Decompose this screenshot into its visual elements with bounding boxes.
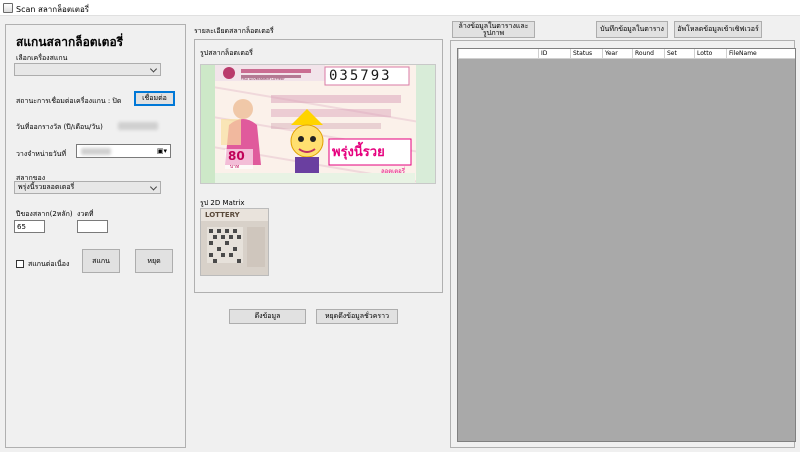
- ticket-price: 80: [228, 149, 245, 163]
- round-input[interactable]: [77, 220, 108, 233]
- fetch-data-button[interactable]: ดึงข้อมูล: [229, 309, 306, 324]
- column-header-lotto[interactable]: Lotto: [694, 49, 726, 59]
- scanner-select[interactable]: [14, 63, 161, 76]
- pause-fetch-button[interactable]: หยุดดึงข้อมูลชั่วคราว: [316, 309, 398, 324]
- column-header-round[interactable]: Round: [632, 49, 664, 59]
- chevron-down-icon: [149, 64, 158, 73]
- results-grid[interactable]: ID Status Year Round Set Lotto FileName: [457, 48, 796, 442]
- continuous-scan-label: สแกนต่อเนื่อง: [28, 260, 70, 268]
- stop-button[interactable]: หยุด: [135, 249, 173, 273]
- matrix-code-illustration: [201, 209, 268, 275]
- award-date-value: [118, 122, 158, 130]
- window-title: Scan สลากล็อตเตอรี่: [16, 5, 90, 14]
- ticket-brand: พรุ่งนี้รวย: [332, 145, 385, 160]
- continuous-scan-checkbox[interactable]: [16, 260, 24, 268]
- clear-table-button[interactable]: ล้างข้อมูลในตารางและรูปภาพ: [452, 21, 535, 38]
- grid-header: ID Status Year Round Set Lotto FileName: [458, 49, 795, 59]
- award-date-label: วันที่ออกรางวัล (ปี/เดือน/วัน): [16, 123, 103, 131]
- app-icon: [3, 3, 13, 13]
- matrix-image: LOTTERY: [200, 208, 269, 276]
- lottery-ticket-image: 035793 THAI GOVERNMENT LOTTERY พรุ่งนี้ร…: [200, 64, 436, 184]
- column-header-status[interactable]: Status: [570, 49, 602, 59]
- scan-button[interactable]: สแกน: [82, 249, 120, 273]
- column-header-set[interactable]: Set: [664, 49, 694, 59]
- column-header-filename[interactable]: FileName: [726, 49, 796, 59]
- column-header-year[interactable]: Year: [602, 49, 632, 59]
- round-label: งวดที่: [77, 210, 94, 218]
- column-header-id[interactable]: ID: [538, 49, 570, 59]
- matrix-label-text: LOTTERY: [205, 211, 240, 219]
- connect-button[interactable]: เชื่อมต่อ: [134, 91, 175, 106]
- upload-server-button[interactable]: อัพโหลดข้อมูลเข้าเซิฟเวอร์: [674, 21, 762, 38]
- panel-heading: สแกนสลากล็อตเตอรี่: [16, 35, 124, 49]
- year-input[interactable]: 65: [14, 220, 45, 233]
- calendar-dropdown-icon[interactable]: ▣▾: [157, 147, 167, 155]
- ticket-header: THAI GOVERNMENT LOTTERY: [241, 77, 285, 81]
- ticket-sub-brand: ลอตเตอรี่: [381, 168, 405, 175]
- details-title: รายละเอียดสลากล็อตเตอรี่: [194, 27, 274, 35]
- sale-date-label: วางจำหน่ายวันที่: [16, 150, 67, 158]
- connection-status-label: สถานะการเชื่อมต่อเครื่องแกน : ปิด: [16, 97, 122, 105]
- grid-row-header: [458, 49, 538, 59]
- sale-date-picker[interactable]: ▣▾: [76, 144, 171, 158]
- year-label: ปีของสลาก(2หลัก): [16, 210, 73, 218]
- title-bar: Scan สลากล็อตเตอรี่: [0, 0, 800, 16]
- ticket-image-label: รูปสลากล็อตเตอรี่: [200, 49, 253, 57]
- ticket-number: 035793: [329, 68, 392, 84]
- ticket-price-unit: บาท: [230, 164, 240, 170]
- save-table-button[interactable]: บันทึกข้อมูลในตาราง: [596, 21, 668, 38]
- chevron-down-icon: [149, 182, 158, 191]
- owner-select[interactable]: พรุ่งนี้รวยลอตเตอรี่: [14, 181, 161, 194]
- scan-panel: สแกนสลากล็อตเตอรี่ เลือกเครื่องสแกน สถาน…: [5, 24, 186, 448]
